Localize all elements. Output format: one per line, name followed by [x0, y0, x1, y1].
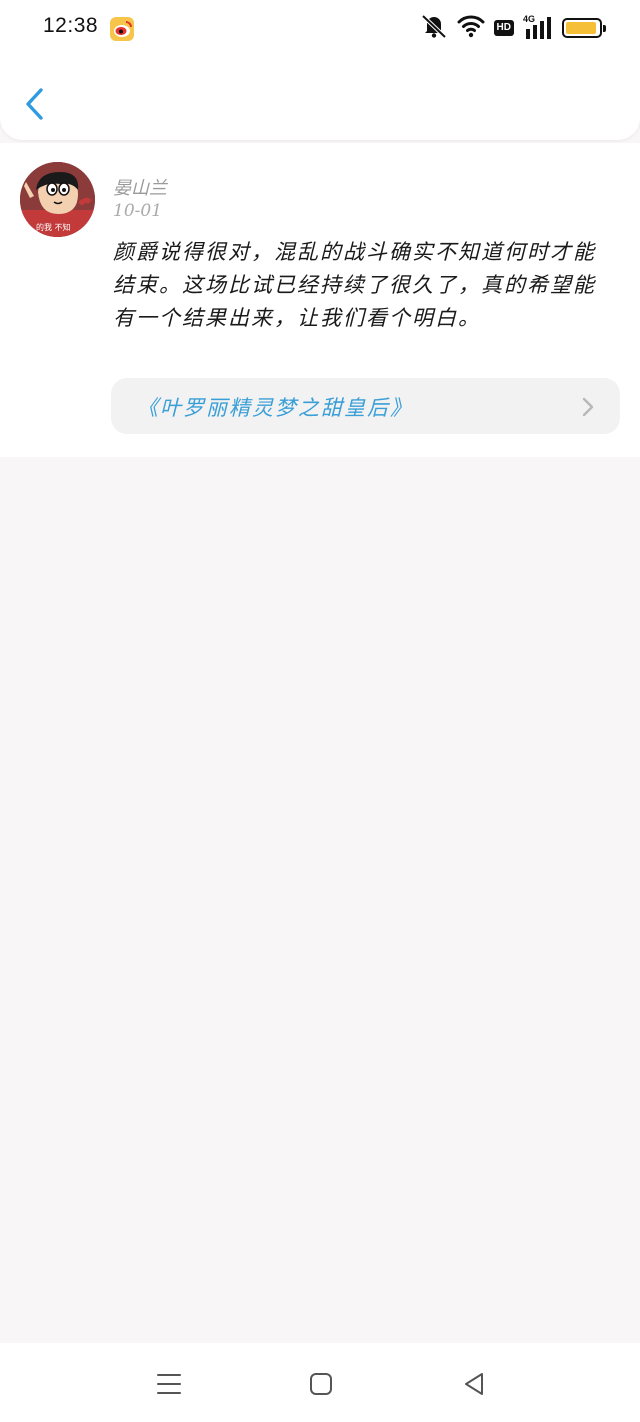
status-time: 12:38	[43, 14, 99, 37]
comment-date: 10-01	[113, 201, 163, 221]
signal-icon: 4G	[523, 14, 553, 40]
battery-icon	[562, 18, 606, 38]
weibo-icon	[110, 17, 134, 41]
back-triangle-icon	[465, 1373, 483, 1395]
mute-icon	[420, 13, 448, 43]
menu-button[interactable]	[154, 1369, 184, 1399]
back-nav-button[interactable]	[459, 1369, 489, 1399]
status-icons: HD 4G	[420, 13, 606, 43]
comment-username[interactable]: 晏山兰	[113, 174, 167, 200]
avatar-caption: 的我 不知	[36, 223, 71, 232]
chevron-left-icon	[26, 88, 43, 120]
comment-card: 的我 不知 晏山兰 10-01 颜爵说得很对，混乱的战斗确实不知道何时才能结束。…	[0, 143, 640, 457]
top-header: 12:38 HD 4G	[0, 0, 640, 140]
home-button[interactable]	[306, 1369, 336, 1399]
wifi-icon	[457, 14, 485, 42]
status-bar: 12:38 HD 4G	[0, 0, 640, 58]
home-square-icon	[310, 1373, 332, 1395]
book-title: 《叶罗丽精灵梦之甜皇后》	[137, 396, 413, 420]
menu-icon	[157, 1374, 181, 1394]
back-button[interactable]	[18, 82, 52, 126]
book-link-card[interactable]: 《叶罗丽精灵梦之甜皇后》	[111, 378, 620, 434]
comment-text: 颜爵说得很对，混乱的战斗确实不知道何时才能结束。这场比试已经持续了很久了，真的希…	[113, 240, 596, 330]
battery-level	[566, 22, 597, 34]
avatar[interactable]: 的我 不知	[20, 162, 95, 237]
chevron-right-icon	[582, 397, 594, 417]
system-nav-bar	[0, 1343, 640, 1422]
hd-icon: HD	[493, 20, 514, 36]
